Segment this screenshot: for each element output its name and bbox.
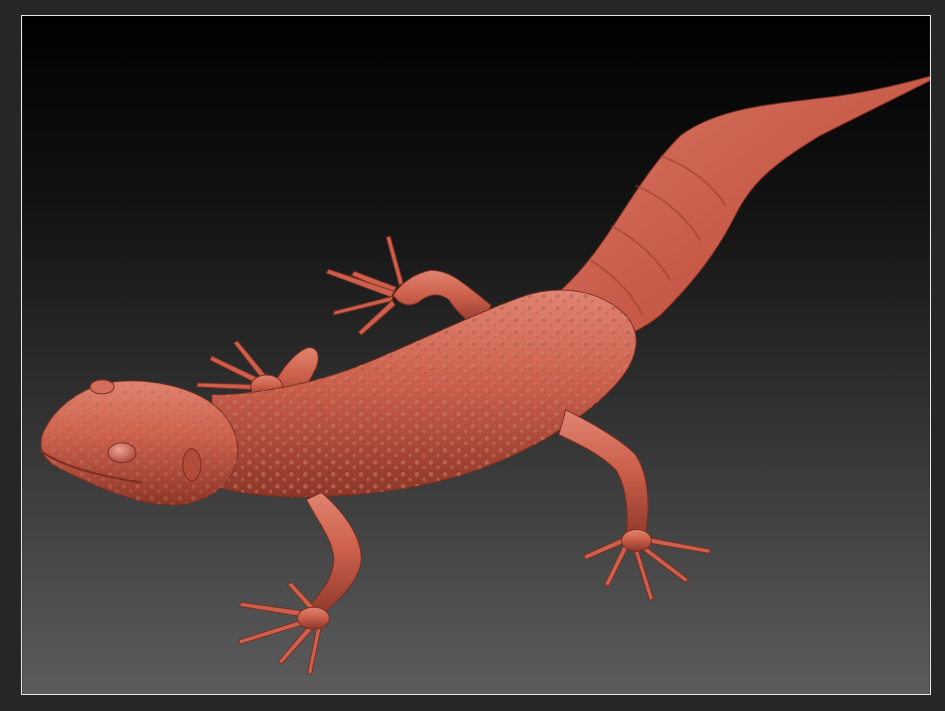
sculpt-render: [22, 16, 930, 694]
brow-ridge: [89, 379, 115, 395]
ear-opening: [182, 448, 202, 482]
document-canvas[interactable]: [21, 15, 931, 695]
eye: [107, 442, 137, 464]
render-viewport: [0, 0, 945, 711]
